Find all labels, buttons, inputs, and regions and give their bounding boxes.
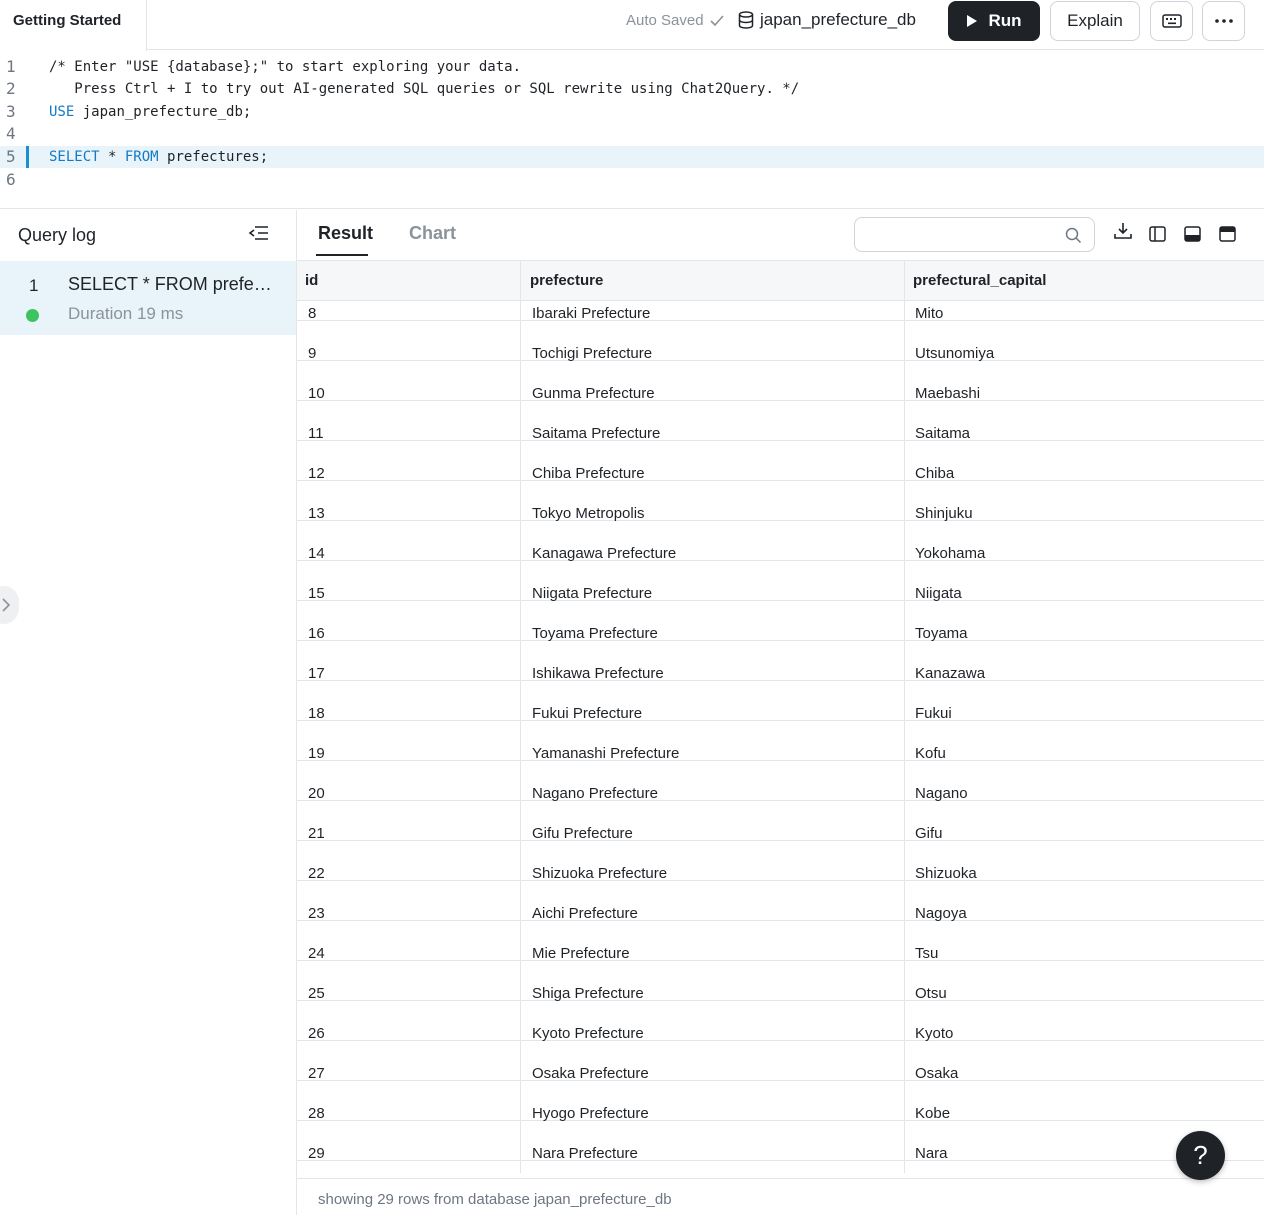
- tab-title: Getting Started: [13, 12, 122, 29]
- table-row[interactable]: 27 Osaka Prefecture Osaka: [297, 1041, 1264, 1082]
- more-icon: [1214, 19, 1233, 23]
- query-log-panel: Query log 1 SELECT * FROM prefectures; D…: [0, 210, 297, 1215]
- code-text: USE japan_prefecture_db;: [49, 101, 251, 123]
- table-row[interactable]: 25 Shiga Prefecture Otsu: [297, 961, 1264, 1002]
- query-text: SELECT * FROM prefectures;: [68, 274, 280, 294]
- table-row[interactable]: 16 Toyama Prefecture Toyama: [297, 601, 1264, 642]
- keyword: FROM: [124, 149, 159, 165]
- table-header: id prefecture prefectural_capital: [297, 261, 1264, 301]
- table-row[interactable]: 22 Shizuoka Prefecture Shizuoka: [297, 841, 1264, 882]
- database-name: japan_prefecture_db: [760, 10, 916, 29]
- query-log-title: Query log: [18, 225, 97, 245]
- column-header-id[interactable]: id: [305, 272, 318, 289]
- check-icon: [709, 14, 724, 26]
- success-status-icon: [26, 309, 39, 322]
- play-icon: [967, 15, 978, 27]
- help-button[interactable]: ?: [1176, 1131, 1225, 1180]
- table-row[interactable]: 13 Tokyo Metropolis Shinjuku: [297, 481, 1264, 522]
- search-icon[interactable]: [1065, 227, 1082, 244]
- tab-result[interactable]: Result: [318, 223, 373, 244]
- cell-prefecture: Nara Prefecture: [532, 1145, 638, 1162]
- code-text: SELECT * FROM prefectures;: [49, 146, 268, 168]
- database-selector[interactable]: japan_prefecture_db: [738, 10, 916, 30]
- line-number: 6: [6, 170, 16, 189]
- keyword: USE: [49, 104, 75, 120]
- table-row[interactable]: 23 Aichi Prefecture Nagoya: [297, 881, 1264, 922]
- editor-line: 1 /* Enter "USE {database};" to start ex…: [0, 56, 1264, 78]
- query-log-item[interactable]: 1 SELECT * FROM prefectures; Duration 19…: [0, 261, 296, 335]
- line-number: 3: [6, 102, 16, 121]
- cell-prefectural-capital: Nara: [915, 1145, 948, 1162]
- table-row[interactable]: 21 Gifu Prefecture Gifu: [297, 801, 1264, 842]
- cell-id: 29: [308, 1145, 325, 1162]
- code-text: /* Enter "USE {database};" to start expl…: [49, 59, 522, 75]
- editor-line-active: 5 SELECT * FROM prefectures;: [0, 146, 1264, 168]
- download-icon[interactable]: [1114, 222, 1132, 240]
- table-row[interactable]: 11 Saitama Prefecture Saitama: [297, 401, 1264, 442]
- editor-line: 2 Press Ctrl + I to try out AI-generated…: [0, 78, 1264, 100]
- table-row[interactable]: 9 Tochigi Prefecture Utsunomiya: [297, 321, 1264, 362]
- tab-chart[interactable]: Chart: [409, 223, 456, 244]
- top-bar: Getting Started Auto Saved japan_prefect…: [0, 0, 1264, 51]
- code-fragment: *: [99, 149, 125, 165]
- column-header-prefecture[interactable]: prefecture: [530, 272, 603, 289]
- table-row[interactable]: 10 Gunma Prefecture Maebashi: [297, 361, 1264, 402]
- split-left-icon[interactable]: [1149, 226, 1166, 242]
- line-number: 5: [6, 147, 16, 166]
- autosave-label: Auto Saved: [626, 12, 704, 29]
- result-toolbar: Result Chart: [297, 210, 1264, 261]
- run-button[interactable]: Run: [948, 1, 1040, 41]
- more-options-button[interactable]: [1202, 1, 1245, 41]
- table-row[interactable]: 29 Nara Prefecture Nara: [297, 1121, 1264, 1162]
- table-row[interactable]: 18 Fukui Prefecture Fukui: [297, 681, 1264, 722]
- table-row[interactable]: 15 Niigata Prefecture Niigata: [297, 561, 1264, 602]
- table-row[interactable]: 20 Nagano Prefecture Nagano: [297, 761, 1264, 802]
- line-number: 4: [6, 124, 16, 143]
- table-row[interactable]: 17 Ishikawa Prefecture Kanazawa: [297, 641, 1264, 682]
- split-top-icon[interactable]: [1219, 226, 1236, 242]
- chevron-right-icon: [2, 598, 10, 612]
- database-icon: [738, 11, 754, 29]
- explain-button[interactable]: Explain: [1050, 1, 1140, 41]
- query-number: 1: [29, 276, 39, 295]
- editor-line: 3 USE japan_prefecture_db;: [0, 101, 1264, 123]
- keyboard-icon: [1161, 14, 1182, 28]
- keyboard-shortcuts-button[interactable]: [1150, 1, 1193, 41]
- code-fragment: prefectures;: [158, 149, 269, 165]
- sql-editor[interactable]: 1 /* Enter "USE {database};" to start ex…: [0, 51, 1264, 209]
- tab-getting-started[interactable]: Getting Started: [0, 0, 147, 51]
- search-input[interactable]: [865, 224, 1055, 246]
- table-row[interactable]: 12 Chiba Prefecture Chiba: [297, 441, 1264, 482]
- row-count-status: showing 29 rows from database japan_pref…: [318, 1191, 672, 1208]
- table-row[interactable]: 24 Mie Prefecture Tsu: [297, 921, 1264, 962]
- column-header-prefectural-capital[interactable]: prefectural_capital: [913, 272, 1046, 289]
- split-bottom-icon[interactable]: [1184, 226, 1201, 242]
- run-label: Run: [988, 11, 1022, 30]
- result-table-body[interactable]: 8 Ibaraki Prefecture Mito 9 Tochigi Prefectu…: [297, 301, 1264, 1172]
- autosave-status: Auto Saved: [626, 12, 724, 29]
- line-number: 2: [6, 79, 16, 98]
- collapse-icon[interactable]: [248, 224, 270, 242]
- code-fragment: japan_prefecture_db;: [74, 104, 252, 120]
- line-number: 1: [6, 57, 16, 76]
- table-row[interactable]: 19 Yamanashi Prefecture Kofu: [297, 721, 1264, 762]
- editor-line: 4: [0, 123, 1264, 145]
- table-row[interactable]: 28 Hyogo Prefecture Kobe: [297, 1081, 1264, 1122]
- table-row[interactable]: 8 Ibaraki Prefecture Mito: [297, 301, 1264, 322]
- keyword: SELECT: [49, 149, 100, 165]
- query-duration: Duration 19 ms: [68, 304, 184, 323]
- result-footer: showing 29 rows from database japan_pref…: [297, 1178, 1264, 1215]
- code-text: Press Ctrl + I to try out AI-generated S…: [49, 81, 800, 97]
- table-row[interactable]: 26 Kyoto Prefecture Kyoto: [297, 1001, 1264, 1042]
- table-row[interactable]: 14 Kanagawa Prefecture Yokohama: [297, 521, 1264, 562]
- active-tab-indicator: [316, 254, 368, 256]
- help-label: ?: [1193, 1140, 1208, 1170]
- result-search: [854, 217, 1095, 252]
- explain-label: Explain: [1067, 11, 1123, 30]
- editor-line: 6: [0, 169, 1264, 191]
